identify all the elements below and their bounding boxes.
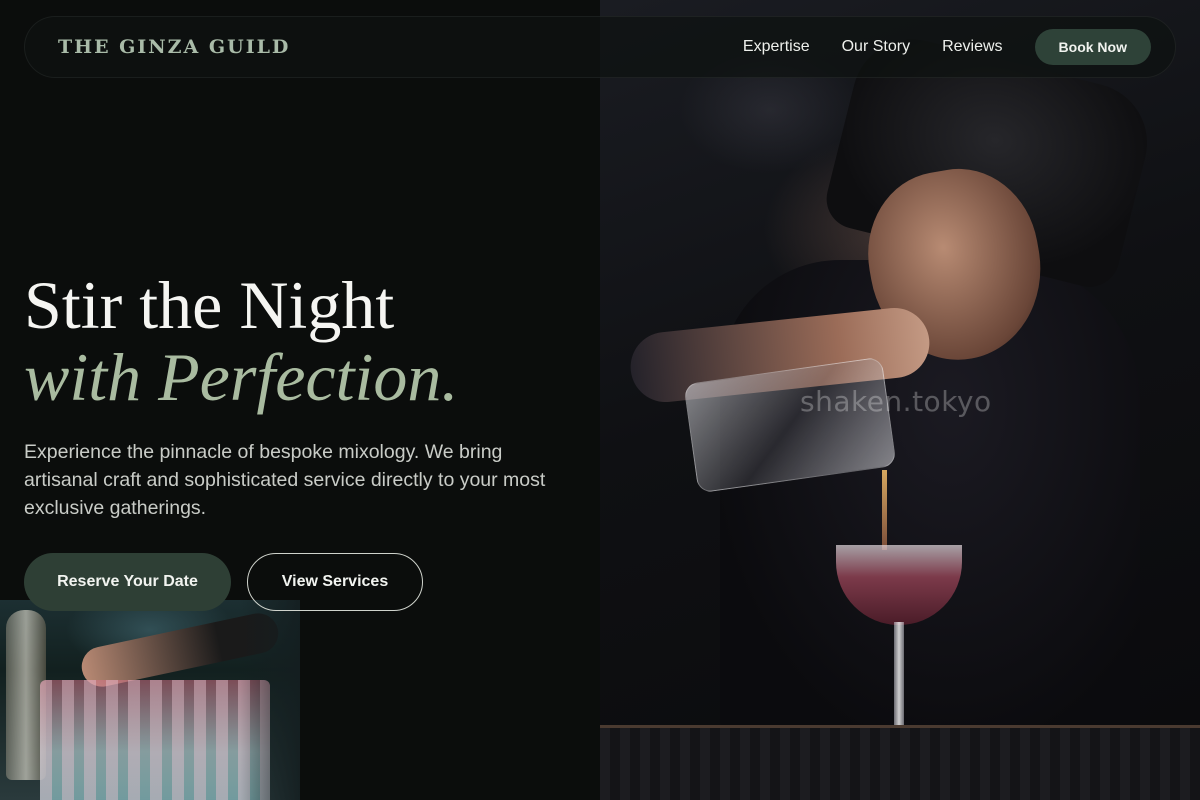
hero-headline-line1: Stir the Night [24,267,395,343]
photo-watermark: shaken.tokyo [800,385,992,418]
brand-logo[interactable]: THE GINZA GUILD [58,36,290,58]
event-glasses-photo [0,600,300,800]
nav-link-expertise[interactable]: Expertise [743,38,810,56]
reserve-date-button[interactable]: Reserve Your Date [24,553,231,611]
coupe-stem [894,622,904,732]
hero-subtext: Experience the pinnacle of bespoke mixol… [24,441,546,519]
hero-bartender-photo: shaken.tokyo [600,0,1200,800]
nav-links: Expertise Our Story Reviews [743,38,1003,56]
pour-stream [882,470,887,550]
wine-glasses-row [40,680,270,800]
book-now-button[interactable]: Book Now [1034,29,1151,65]
photo-shade [240,600,300,800]
top-navbar: THE GINZA GUILD Expertise Our Story Revi… [24,16,1176,78]
bar-counter [600,725,1200,800]
nav-link-our-story[interactable]: Our Story [842,38,910,56]
view-services-button[interactable]: View Services [247,553,423,611]
hero-headline-line2: with Perfection. [24,339,459,415]
nav-link-reviews[interactable]: Reviews [942,38,1002,56]
